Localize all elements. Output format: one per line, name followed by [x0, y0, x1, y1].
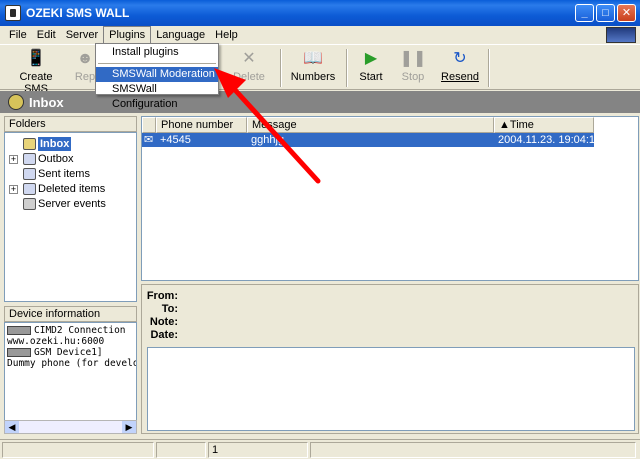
menu-language[interactable]: Language [151, 26, 210, 44]
message-grid: Phone number Message ▲Time ✉ +4545 gghhj… [141, 116, 639, 281]
icon-column-header [142, 117, 156, 133]
refresh-icon: ↻ [453, 50, 467, 67]
title-bar: OZEKI SMS WALL _ □ ✕ [0, 0, 640, 26]
scroll-left-icon[interactable]: ◀ [5, 421, 19, 433]
expand-deleted-toggle[interactable]: + [9, 185, 18, 194]
deleted-items-icon [23, 183, 36, 195]
status-cell [156, 442, 206, 458]
folders-header: Folders [4, 116, 137, 132]
create-sms-button[interactable]: 📱 Create SMS [8, 49, 64, 95]
status-cell [2, 442, 154, 458]
device-horizontal-scrollbar[interactable]: ◀ ▶ [4, 420, 137, 434]
column-phone-number[interactable]: Phone number [156, 117, 247, 133]
menu-smswall-moderation[interactable]: SMSWall Moderation [96, 67, 218, 82]
menu-plugins[interactable]: Plugins [103, 26, 152, 44]
phone-icon: 📱 [26, 50, 46, 67]
date-label: Date: [150, 329, 178, 341]
plugins-dropdown: Install plugins SMSWall Moderation SMSWa… [95, 43, 219, 110]
play-icon: ▶ [364, 50, 378, 67]
menu-file[interactable]: File [4, 26, 32, 44]
note-label: Note: [149, 316, 178, 328]
sent-items-icon [23, 168, 36, 180]
maximize-button[interactable]: □ [596, 4, 615, 22]
inbox-icon [8, 94, 24, 110]
menu-edit[interactable]: Edit [32, 26, 61, 44]
device-line: Dummy phone (for develo [7, 358, 137, 369]
delete-button[interactable]: ✕ Delete [228, 49, 270, 89]
envelope-icon: ✉ [144, 134, 154, 146]
device-info-header: Device information [4, 306, 137, 322]
menu-help[interactable]: Help [210, 26, 243, 44]
folder-server-events[interactable]: Server events [23, 197, 106, 211]
page-title: Inbox [29, 94, 64, 110]
folder-inbox[interactable]: Inbox [23, 137, 72, 151]
column-message[interactable]: Message [247, 117, 494, 133]
status-page-number: 1 [208, 442, 308, 458]
expand-outbox-toggle[interactable]: + [9, 155, 18, 164]
start-button[interactable]: ▶ Start [356, 49, 386, 89]
connection-icon [7, 348, 31, 357]
connection-icon [7, 326, 31, 335]
from-label: From: [146, 290, 178, 302]
minimize-button[interactable]: _ [575, 4, 594, 22]
pause-icon: ❚❚ [399, 50, 427, 67]
globe-logo-icon [606, 27, 636, 43]
folders-tree: Inbox + Outbox Sent items + Deleted item… [4, 132, 137, 302]
status-cell [310, 442, 636, 458]
app-icon [5, 5, 21, 21]
delete-icon: ✕ [242, 50, 256, 67]
message-body-text[interactable] [147, 347, 635, 431]
stop-button[interactable]: ❚❚ Stop [398, 49, 428, 89]
message-preview: From: To: Note: Date: [141, 284, 639, 434]
folder-deleted-items[interactable]: Deleted items [23, 182, 105, 196]
address-book-icon: 📖 [303, 50, 323, 67]
cell-message: gghhjg [251, 134, 285, 146]
folder-outbox[interactable]: Outbox [23, 152, 73, 166]
table-row[interactable]: ✉ +4545 gghhjg 2004.11.23. 19:04:19 [142, 133, 594, 147]
folder-sent-items[interactable]: Sent items [23, 167, 90, 181]
column-time[interactable]: ▲Time [494, 117, 594, 133]
device-line: GSM Device1] [34, 347, 103, 358]
scroll-right-icon[interactable]: ▶ [122, 421, 136, 433]
outbox-icon [23, 153, 36, 165]
menu-separator [96, 60, 218, 67]
numbers-button[interactable]: 📖 Numbers [290, 49, 336, 89]
to-label: To: [161, 303, 178, 315]
sort-icon: ▲ [499, 119, 510, 131]
cell-phone: +4545 [160, 134, 191, 146]
menu-install-plugins[interactable]: Install plugins [96, 45, 218, 60]
inbox-icon [23, 138, 36, 150]
menu-bar: File Edit Server Plugins Language Help [0, 26, 640, 44]
device-line: www.ozeki.hu:6000 [7, 336, 105, 347]
close-button[interactable]: ✕ [617, 4, 636, 22]
resend-button[interactable]: ↻ Resend [440, 49, 480, 89]
cell-time: 2004.11.23. 19:04:19 [498, 134, 594, 146]
status-bar: 1 [0, 439, 640, 459]
window-title: OZEKI SMS WALL [26, 6, 130, 20]
menu-smswall-configuration[interactable]: SMSWall Configuration [96, 82, 218, 110]
menu-server[interactable]: Server [61, 26, 103, 44]
gear-icon [23, 198, 36, 210]
device-info-pane: CIMD2 Connection www.ozeki.hu:6000 GSM D… [4, 322, 137, 434]
device-line: CIMD2 Connection [34, 325, 126, 336]
